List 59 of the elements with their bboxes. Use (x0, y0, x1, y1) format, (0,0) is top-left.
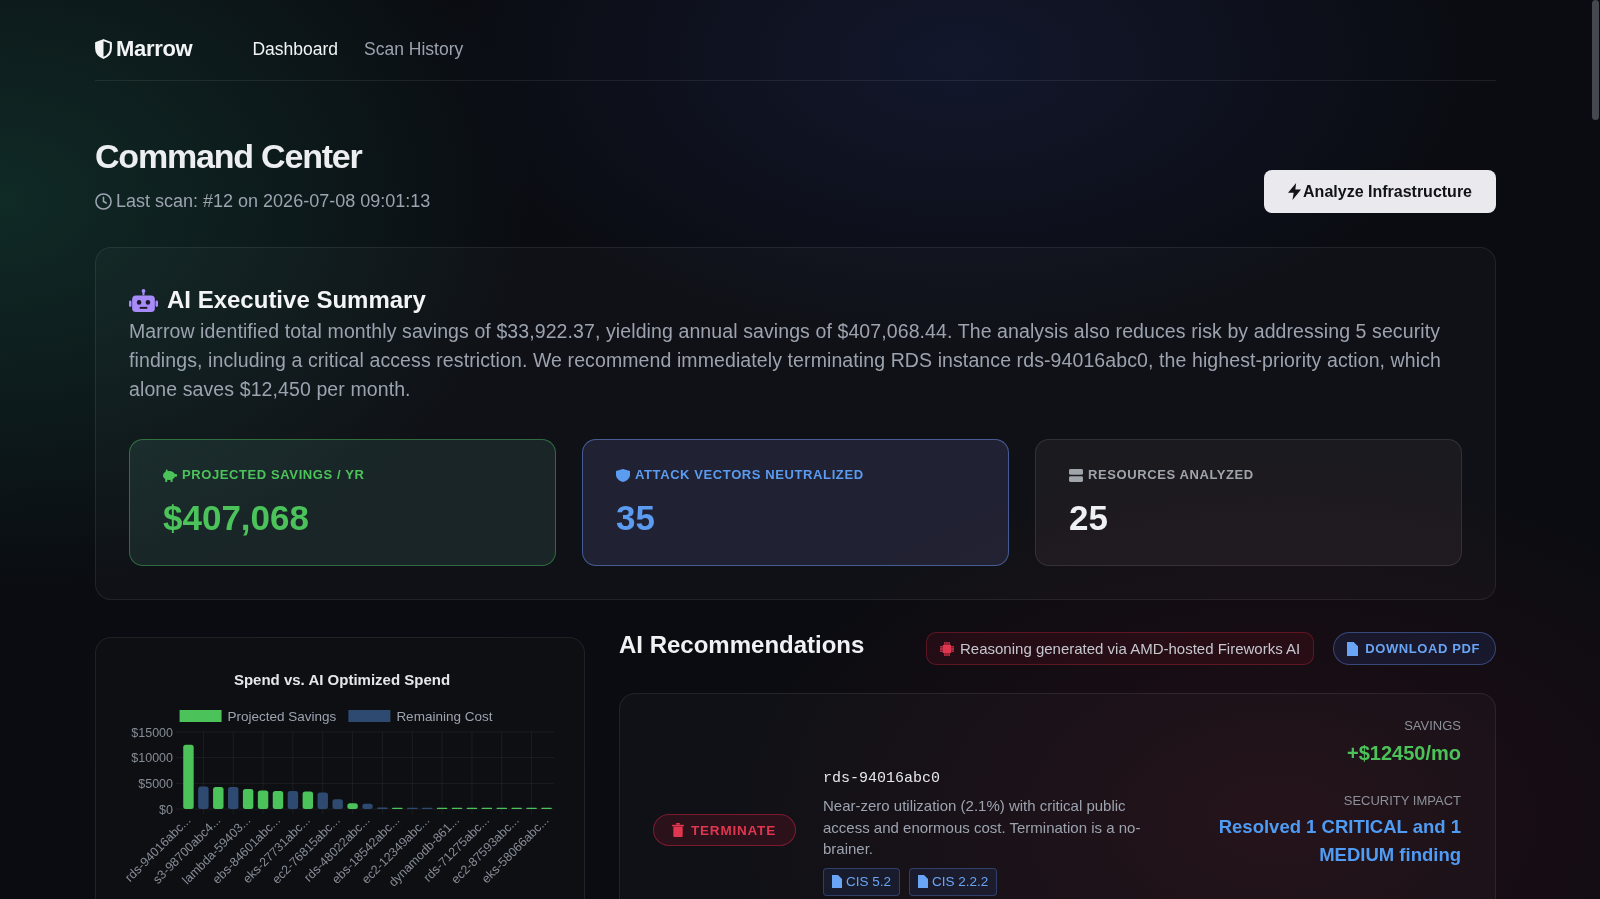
scrollbar-thumb[interactable] (1592, 0, 1599, 120)
analyze-button[interactable]: Analyze Infrastructure (1264, 170, 1496, 213)
nav-link[interactable]: Dashboard (252, 38, 339, 60)
summary-title: AI Executive Summary (167, 285, 426, 315)
tag-label: CIS 2.2.2 (932, 874, 989, 889)
chart-bar (302, 791, 314, 809)
savings-label: SAVINGS (1404, 717, 1461, 735)
page-title: Command Center (95, 136, 364, 176)
chart-bar (198, 786, 209, 809)
file-icon (1347, 641, 1359, 656)
notice-text: Reasoning generated via AMD-hosted Fireworks AI (960, 640, 1301, 657)
last-scan-text: Last scan: #12 on 2026-07-08 09:01:13 (116, 190, 431, 213)
lightning-icon (1288, 183, 1302, 200)
stat-label: PROJECTED SAVINGS / YR (182, 467, 365, 483)
chart-bar (183, 744, 194, 809)
axis-tick-label: $5000 (138, 776, 173, 791)
chart-bar (287, 791, 299, 809)
chip-icon (940, 641, 954, 656)
server-icon (1069, 468, 1083, 482)
axis-tick-label: $0 (159, 802, 173, 817)
stat-value: $407,068 (163, 497, 310, 539)
axis-tick-label: $10000 (131, 751, 173, 766)
savings-value: +$12450/mo (1347, 741, 1461, 766)
file-icon (918, 875, 929, 888)
impact-text: Resolved 1 CRITICAL and 1 MEDIUM finding (1217, 815, 1461, 867)
stat-value: 25 (1069, 497, 1109, 539)
stat-label: ATTACK VECTORS NEUTRALIZED (635, 467, 864, 483)
tag-label: CIS 5.2 (846, 874, 892, 889)
shield-icon (616, 468, 630, 482)
chart-bar (213, 786, 224, 809)
shield-icon (95, 39, 112, 59)
chart-bar (272, 791, 284, 809)
stat-label: RESOURCES ANALYZED (1088, 467, 1254, 483)
resource-id: rds-94016abc0 (823, 769, 942, 789)
stat-value: 35 (616, 497, 656, 539)
piggy-bank-icon (163, 468, 177, 482)
robot-icon (129, 288, 158, 312)
chart-bar (362, 803, 373, 809)
summary-text: Marrow identified total monthly savings of $33,922.37, yielding annual savings of $407,068.44. The analysis also reduces risk by addressing 5 security findings, including a critical access restriction. We recommend immediately terminating RDS instance rds-94016abc0, the highest-priority action, which alone saves $12,450 per month. (129, 319, 1442, 402)
axis-tick-label: $15000 (131, 725, 173, 740)
brand-name: Marrow (116, 36, 193, 62)
chart-bar (317, 792, 328, 809)
chart-title: Spend vs. AI Optimized Spend (233, 671, 451, 688)
file-icon (832, 875, 842, 888)
trash-icon (672, 823, 684, 837)
recommendation-text: Near-zero utilization (2.1%) with critical public access and enormous cost. Termination is a no-brainer. (823, 796, 1142, 859)
nav-link[interactable]: Scan History (364, 38, 464, 60)
chart-bar (257, 790, 269, 809)
impact-label: SECURITY IMPACT (1343, 792, 1461, 810)
terminate-button[interactable]: TERMINATE (653, 814, 796, 846)
chart-bar (332, 799, 343, 809)
chart-bar (242, 789, 254, 809)
download-button[interactable]: DOWNLOAD PDF (1333, 632, 1496, 665)
section-title: AI Recommendations (619, 632, 865, 658)
chart-bar (228, 786, 239, 809)
clock-icon (95, 192, 112, 210)
legend-label: Remaining Cost (396, 709, 493, 724)
legend-label: Projected Savings (227, 709, 337, 724)
chart-bar (347, 803, 358, 809)
